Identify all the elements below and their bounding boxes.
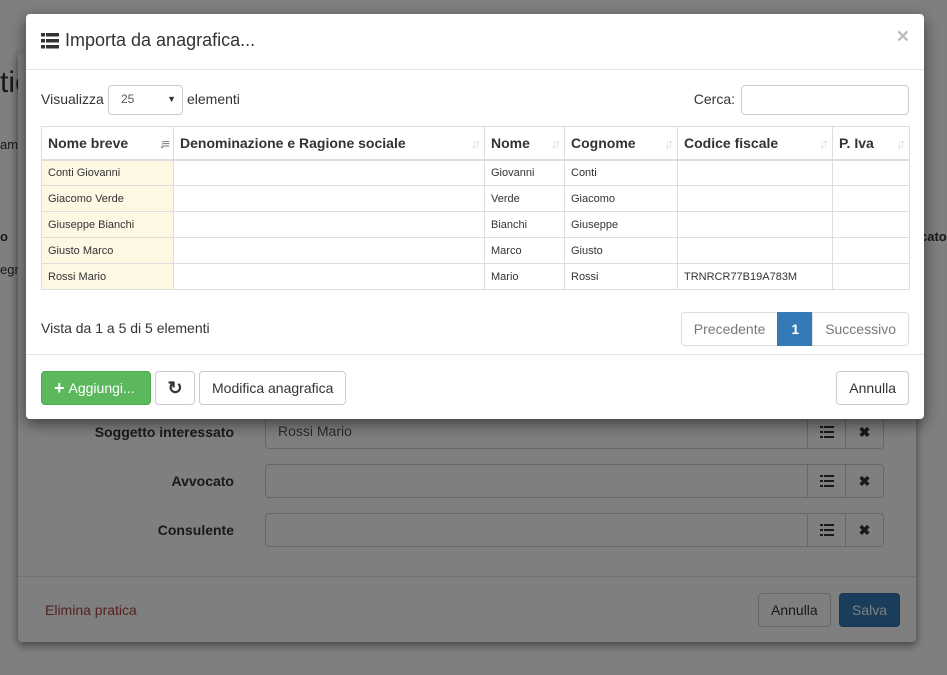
table-row[interactable]: Giacomo Verde Verde Giacomo — [41, 185, 910, 212]
sort-asc-icon: ↓≡ — [158, 136, 170, 151]
cell-nome-breve: Giacomo Verde — [41, 185, 174, 212]
table-row[interactable]: Conti Giovanni Giovanni Conti — [41, 159, 910, 186]
modal-footer: + Aggiungi... ↻ Modifica anagrafica Annu… — [26, 354, 924, 419]
sort-icon: ↓↑ — [896, 136, 906, 151]
cell-piva — [832, 237, 910, 264]
close-icon: × — [896, 25, 909, 48]
cell-codice-fiscale: TRNRCR77B19A783M — [677, 263, 833, 290]
cell-piva — [832, 159, 910, 186]
cancel-button[interactable]: Annulla — [836, 371, 909, 405]
pagination-next[interactable]: Successivo — [812, 312, 909, 346]
cell-denominazione — [173, 263, 485, 290]
edit-anagrafica-button[interactable]: Modifica anagrafica — [199, 371, 347, 405]
cell-nome: Marco — [484, 237, 565, 264]
cell-cognome: Giuseppe — [564, 211, 678, 238]
import-modal: Importa da anagrafica... × Visualizza 25… — [26, 14, 924, 419]
pagination: Precedente 1 Successivo — [680, 312, 909, 346]
refresh-button[interactable]: ↻ — [155, 371, 195, 405]
column-header-piva[interactable]: P. Iva ↓↑ — [832, 126, 910, 161]
table-header-row: Nome breve ↓≡ Denominazione e Ragione soc… — [41, 126, 910, 161]
close-button[interactable]: × — [897, 26, 909, 47]
page-length-value: 25 — [121, 92, 135, 106]
column-header-nome-breve[interactable]: Nome breve ↓≡ — [41, 126, 174, 161]
cell-codice-fiscale — [677, 237, 833, 264]
cell-nome-breve: Giusto Marco — [41, 237, 174, 264]
cell-piva — [832, 263, 910, 290]
table-controls: Visualizza 25 ▼ elementi Cerca: — [41, 84, 909, 116]
length-suffix: elementi — [187, 91, 240, 107]
add-button[interactable]: + Aggiungi... — [41, 371, 151, 405]
cell-nome-breve: Conti Giovanni — [41, 159, 174, 186]
column-header-cognome[interactable]: Cognome ↓↑ — [564, 126, 678, 161]
sort-icon: ↓↑ — [471, 136, 481, 151]
sort-icon: ↓↑ — [819, 136, 829, 151]
column-header-nome[interactable]: Nome ↓↑ — [484, 126, 565, 161]
page-length-select[interactable]: 25 ▼ — [108, 85, 183, 115]
table-footer: Vista da 1 a 5 di 5 elementi Precedente … — [41, 312, 909, 346]
cell-nome: Verde — [484, 185, 565, 212]
sort-icon: ↓↑ — [664, 136, 674, 151]
plus-icon: + — [54, 378, 65, 398]
pagination-page-1[interactable]: 1 — [777, 312, 814, 346]
column-header-denominazione[interactable]: Denominazione e Ragione sociale ↓↑ — [173, 126, 485, 161]
cell-codice-fiscale — [677, 211, 833, 238]
cell-piva — [832, 185, 910, 212]
anagrafica-table: Nome breve ↓≡ Denominazione e Ragione soc… — [41, 126, 910, 290]
cell-denominazione — [173, 185, 485, 212]
length-label: Visualizza — [41, 91, 104, 107]
table-row[interactable]: Giusto Marco Marco Giusto — [41, 237, 910, 264]
pagination-previous[interactable]: Precedente — [680, 312, 779, 346]
cell-nome-breve: Rossi Mario — [41, 263, 174, 290]
add-button-label: Aggiungi... — [68, 380, 135, 396]
cell-cognome: Giusto — [564, 237, 678, 264]
list-icon — [41, 32, 59, 48]
table-row[interactable]: Giuseppe Bianchi Bianchi Giuseppe — [41, 211, 910, 238]
cell-codice-fiscale — [677, 185, 833, 212]
cell-nome-breve: Giuseppe Bianchi — [41, 211, 174, 238]
cell-denominazione — [173, 211, 485, 238]
caret-down-icon: ▼ — [167, 94, 176, 104]
cell-codice-fiscale — [677, 159, 833, 186]
refresh-icon: ↻ — [167, 377, 183, 398]
cell-denominazione — [173, 237, 485, 264]
sort-icon: ↓↑ — [551, 136, 561, 151]
search-label: Cerca: — [693, 91, 735, 107]
cell-piva — [832, 211, 910, 238]
search-input[interactable] — [741, 85, 909, 115]
cell-nome: Giovanni — [484, 159, 565, 186]
cell-denominazione — [173, 159, 485, 186]
cell-nome: Bianchi — [484, 211, 565, 238]
cell-cognome: Rossi — [564, 263, 678, 290]
modal-title-text: Importa da anagrafica... — [65, 30, 256, 50]
cell-nome: Mario — [484, 263, 565, 290]
table-row[interactable]: Rossi Mario Mario Rossi TRNRCR77B19A783M — [41, 263, 910, 290]
column-header-codice-fiscale[interactable]: Codice fiscale ↓↑ — [677, 126, 833, 161]
modal-title: Importa da anagrafica... — [41, 30, 255, 51]
cell-cognome: Conti — [564, 159, 678, 186]
cell-cognome: Giacomo — [564, 185, 678, 212]
table-info: Vista da 1 a 5 di 5 elementi — [41, 320, 210, 336]
modal-body: Visualizza 25 ▼ elementi Cerca: Nome bre… — [41, 84, 910, 346]
modal-header: Importa da anagrafica... × — [26, 14, 924, 70]
